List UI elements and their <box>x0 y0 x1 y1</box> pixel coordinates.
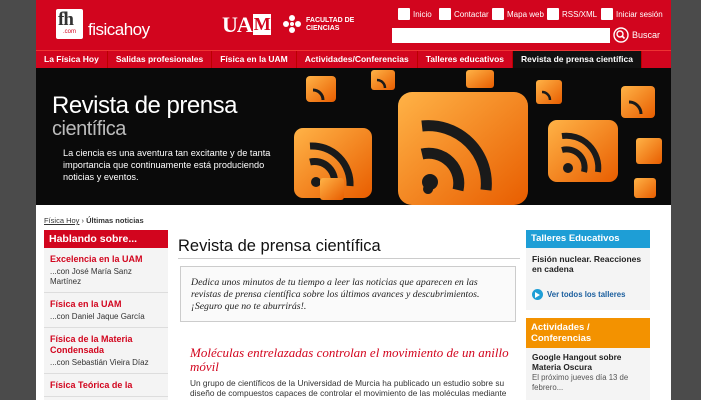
sidebar-item-excelencia[interactable]: Excelencia en la UAM ...con José María S… <box>44 248 168 293</box>
logo-fh-text: fh <box>58 9 74 30</box>
article-title-link[interactable]: Moléculas entrelazadas controlan el movi… <box>190 346 510 374</box>
banner-title-line1: Revista de prensa <box>52 92 237 119</box>
hero-banner: Revista de prensa científica La ciencia … <box>36 68 671 205</box>
main-nav: La Física Hoy Salidas profesionales Físi… <box>36 50 671 68</box>
sidebar-item-title: Física de la Materia Condensada <box>50 334 133 355</box>
breadcrumb-current: Últimas noticias <box>86 216 144 225</box>
top-link-contactar-label: Contactar <box>454 9 489 19</box>
sidebar-item-title: Física en la UAM <box>50 299 122 309</box>
top-link-sesion[interactable]: Iniciar sesión <box>601 8 663 20</box>
uam-logo-text: UA <box>222 12 253 37</box>
nav-item-actividades[interactable]: Actividades/Conferencias <box>297 51 418 68</box>
left-sidebar-header: Hablando sobre... <box>44 230 168 248</box>
left-sidebar: Hablando sobre... Excelencia en la UAM .… <box>44 230 168 400</box>
top-link-rss-label: RSS/XML <box>562 9 598 19</box>
site-name[interactable]: fisicahoy <box>88 20 150 40</box>
search-button[interactable]: Buscar <box>632 30 660 40</box>
arrow-circle-icon <box>532 289 543 300</box>
home-icon <box>398 8 410 20</box>
sidebar-item-title: Física Teórica de la <box>50 380 133 390</box>
top-link-mapa-label: Mapa web <box>507 9 544 19</box>
talleres-header: Talleres Educativos <box>526 230 650 248</box>
actividades-item-date: El próximo jueves día 13 de febrero... <box>532 373 629 392</box>
main-content: Revista de prensa científica Dedica unos… <box>178 230 520 400</box>
intro-text: Dedica unos minutos de tu tiempo a leer … <box>191 277 480 312</box>
search-input[interactable] <box>392 28 610 43</box>
nav-item-salidas[interactable]: Salidas profesionales <box>108 51 213 68</box>
top-link-sesion-label: Iniciar sesión <box>616 9 663 19</box>
sidebar-item-subtitle: ...con Daniel Jaque García <box>50 312 145 321</box>
uam-logo[interactable]: UA M <box>222 12 271 38</box>
rss-cubes-illustration <box>294 70 662 205</box>
sidebar-item-title: Excelencia en la UAM <box>50 254 143 264</box>
rss-icon <box>547 8 559 20</box>
actividades-item-link[interactable]: Google Hangout sobre Materia Oscura <box>532 352 644 372</box>
sidebar-item-fisica-teorica[interactable]: Física Teórica de la <box>44 374 168 397</box>
sidebar-item-materia-condensada[interactable]: Física de la Materia Condensada ...con S… <box>44 328 168 374</box>
nav-item-revista[interactable]: Revista de prensa científica <box>513 51 642 68</box>
actividades-panel: Google Hangout sobre Materia Oscura El p… <box>526 348 650 400</box>
intro-box: Dedica unos minutos de tu tiempo a leer … <box>180 266 516 322</box>
logo-com-text: .com <box>62 29 76 35</box>
sidebar-item-fisica-uam[interactable]: Física en la UAM ...con Daniel Jaque Gar… <box>44 293 168 328</box>
user-icon <box>601 8 613 20</box>
article-summary: Un grupo de científicos de la Universida… <box>190 378 507 400</box>
breadcrumb: Física Hoy › Últimas noticias <box>44 216 144 225</box>
faculty-logo-text[interactable]: FACULTAD DE CIENCIAS <box>306 17 354 33</box>
right-sidebar: Talleres Educativos Fisión nuclear. Reac… <box>526 230 650 400</box>
search-icon[interactable] <box>613 27 629 43</box>
nav-item-fisica-uam[interactable]: Física en la UAM <box>212 51 297 68</box>
banner-description: La ciencia es una aventura tan excitante… <box>63 148 271 182</box>
fisicahoy-logo[interactable]: fh .com <box>56 9 83 39</box>
top-link-mapa[interactable]: Mapa web <box>492 8 544 20</box>
sitemap-icon <box>492 8 504 20</box>
site-header: fh .com fisicahoy UA M FACULTAD DE CIENCI… <box>36 0 671 50</box>
ver-todos-talleres-label: Ver todos los talleres <box>547 290 626 299</box>
faculty-line2: CIENCIAS <box>306 25 340 32</box>
breadcrumb-home[interactable]: Física Hoy <box>44 216 79 225</box>
uam-logo-box: M <box>252 14 271 35</box>
nav-item-la-fisica-hoy[interactable]: La Física Hoy <box>36 51 108 68</box>
top-link-contactar[interactable]: Contactar <box>439 8 489 20</box>
faculty-line1: FACULTAD DE <box>306 17 355 24</box>
sidebar-item-subtitle: ...con José María Sanz Martínez <box>50 267 132 286</box>
title-divider <box>178 258 520 259</box>
mail-icon <box>439 8 451 20</box>
page: fh .com fisicahoy UA M FACULTAD DE CIENCI… <box>36 0 671 400</box>
talleres-panel: Fisión nuclear. Reacciones en cadena Ver… <box>526 248 650 310</box>
top-link-rss[interactable]: RSS/XML <box>547 8 597 20</box>
actividades-header: Actividades / Conferencias <box>526 318 650 348</box>
ver-todos-talleres-link[interactable]: Ver todos los talleres <box>532 289 644 300</box>
top-link-inicio[interactable]: Inicio <box>398 8 432 20</box>
nav-item-talleres[interactable]: Talleres educativos <box>418 51 513 68</box>
page-title: Revista de prensa científica <box>178 237 381 255</box>
banner-title-line2: científica <box>52 118 126 140</box>
faculty-logo-icon <box>283 15 301 33</box>
sidebar-item-subtitle: ...con Sebastián Vieira Díaz <box>50 358 149 367</box>
top-link-inicio-label: Inicio <box>413 9 432 19</box>
talleres-item-link[interactable]: Fisión nuclear. Reacciones en cadena <box>532 254 644 274</box>
